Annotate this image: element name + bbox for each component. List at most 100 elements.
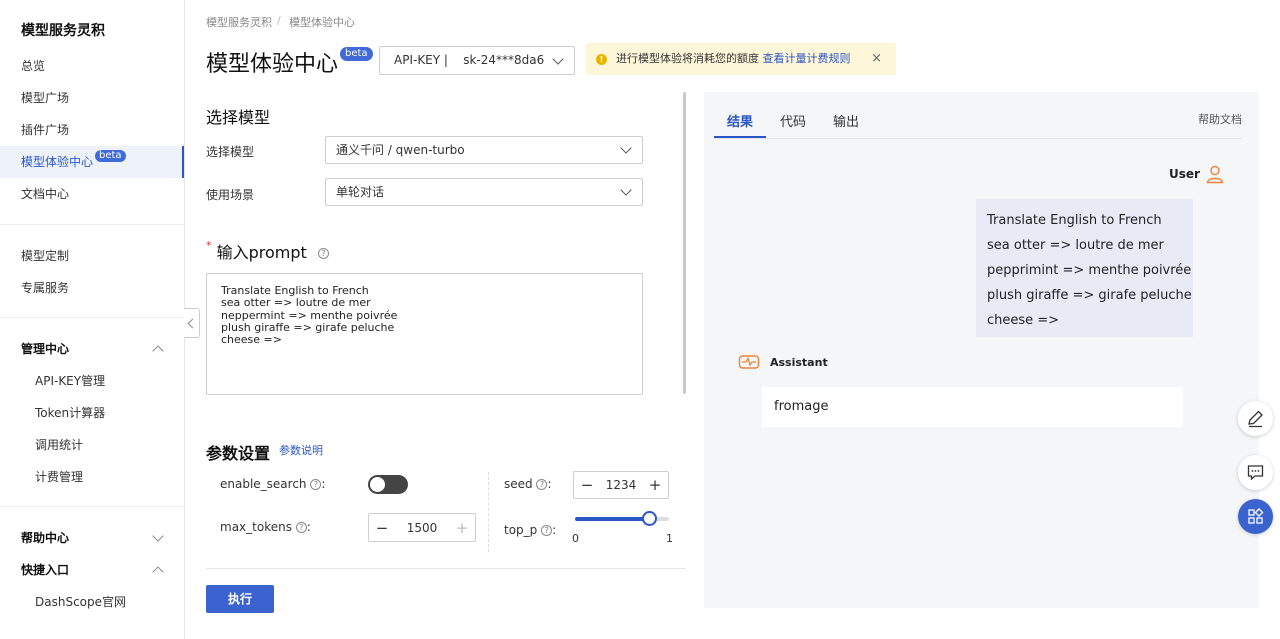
- max-tokens-value[interactable]: 1500: [395, 521, 449, 535]
- breadcrumb-separator: /: [277, 14, 281, 27]
- params-doc-link[interactable]: 参数说明: [279, 442, 323, 458]
- apps-float-button[interactable]: [1238, 499, 1273, 534]
- notice-text: 进行模型体验将消耗您的额度: [616, 52, 763, 65]
- sidebar-item-overview[interactable]: 总览: [0, 50, 184, 82]
- tab-code[interactable]: 代码: [780, 111, 806, 130]
- sidebar-item-dedicated[interactable]: 专属服务: [0, 272, 184, 304]
- model-label: 选择模型: [206, 145, 255, 159]
- sidebar-item-token-calculator[interactable]: Token计算器: [0, 397, 184, 429]
- slider-max: 1: [666, 532, 673, 545]
- param-name: enable_search: [220, 477, 307, 491]
- sidebar-group-shortcut[interactable]: 快捷入口: [0, 554, 184, 586]
- help-icon[interactable]: ?: [541, 525, 553, 536]
- enable-search-toggle[interactable]: [368, 475, 408, 494]
- decrement-button[interactable]: −: [369, 519, 395, 537]
- notice-banner: ! 进行模型体验将消耗您的额度 查看计量计费规则 ×: [586, 43, 896, 75]
- sidebar-group-label: 快捷入口: [21, 563, 70, 577]
- scrollbar[interactable]: [683, 92, 686, 394]
- pencil-icon: [1248, 410, 1263, 428]
- param-name: top_p: [504, 523, 538, 537]
- billing-rules-link[interactable]: 查看计量计费规则: [763, 52, 851, 65]
- sidebar-item-label: 专属服务: [21, 281, 70, 295]
- tab-output[interactable]: 输出: [833, 111, 859, 130]
- sidebar-group-manage[interactable]: 管理中心: [0, 333, 184, 365]
- sidebar-divider: [0, 224, 184, 225]
- help-icon[interactable]: ?: [295, 522, 307, 533]
- chat-icon: [1247, 465, 1264, 481]
- sidebar-item-docs[interactable]: 文档中心: [0, 178, 184, 210]
- sidebar-item-customization[interactable]: 模型定制: [0, 240, 184, 272]
- chevron-down-icon: [152, 530, 164, 542]
- run-button[interactable]: 执行: [206, 585, 274, 613]
- sidebar-item-label: 调用统计: [35, 438, 84, 452]
- user-name: User: [1169, 167, 1200, 181]
- apikey-select[interactable]: API-KEY | sk-24***8da6: [379, 46, 575, 75]
- sidebar-item-label: 总览: [21, 59, 46, 73]
- sidebar-item-label: Token计算器: [35, 406, 106, 420]
- help-docs-link[interactable]: 帮助文档: [1198, 111, 1242, 127]
- user-message: Translate English to French sea otter =>…: [976, 199, 1193, 337]
- colon: :: [547, 477, 552, 491]
- prompt-input[interactable]: Translate English to French sea otter =>…: [206, 273, 643, 395]
- brand-title: 模型服务灵积: [21, 23, 105, 39]
- sidebar-item-usage-stats[interactable]: 调用统计: [0, 429, 184, 461]
- warning-icon: !: [596, 54, 607, 65]
- feedback-float-button[interactable]: [1238, 455, 1273, 490]
- decrement-button[interactable]: −: [574, 476, 600, 494]
- assistant-name: Assistant: [770, 356, 828, 369]
- prompt-heading: 输入prompt: [216, 243, 307, 262]
- tab-result[interactable]: 结果: [727, 111, 753, 130]
- seed-value[interactable]: 1234: [600, 478, 642, 492]
- top-p-slider-fill: [575, 517, 650, 521]
- select-model-heading: 选择模型: [206, 108, 271, 127]
- breadcrumb-root[interactable]: 模型服务灵积: [206, 14, 272, 30]
- help-icon[interactable]: ?: [310, 479, 322, 490]
- sidebar-item-billing[interactable]: 计费管理: [0, 461, 184, 493]
- sidebar-item-apikey[interactable]: API-KEY管理: [0, 365, 184, 397]
- colon: :: [306, 520, 311, 534]
- divider: [206, 568, 686, 569]
- scene-select-value: 单轮对话: [336, 185, 385, 199]
- sidebar-item-plugin-square[interactable]: 插件广场: [0, 114, 184, 146]
- sidebar-item-label: 模型定制: [21, 249, 70, 263]
- chevron-down-icon: [620, 142, 632, 154]
- sidebar-item-experience-center[interactable]: 模型体验中心 beta: [0, 146, 184, 178]
- help-icon[interactable]: ?: [317, 248, 329, 259]
- sidebar-item-label: 插件广场: [21, 123, 70, 137]
- required-mark: *: [206, 239, 212, 252]
- seed-stepper[interactable]: − 1234 +: [573, 471, 669, 499]
- sidebar-group-help[interactable]: 帮助中心: [0, 522, 184, 554]
- sidebar-item-label: 模型广场: [21, 91, 70, 105]
- sidebar-item-dashscope[interactable]: DashScope官网: [0, 586, 184, 618]
- sidebar-collapse-button[interactable]: [184, 308, 200, 338]
- model-select[interactable]: 通义千问 / qwen-turbo: [325, 136, 643, 164]
- sidebar-divider: [0, 317, 184, 318]
- top-p-label: top_p ?:: [504, 523, 556, 537]
- scene-select[interactable]: 单轮对话: [325, 178, 643, 206]
- edit-float-button[interactable]: [1238, 401, 1273, 436]
- increment-button[interactable]: +: [449, 519, 475, 537]
- apps-grid-icon: [1248, 508, 1264, 524]
- colon: :: [321, 477, 326, 491]
- increment-button[interactable]: +: [642, 476, 668, 494]
- top-p-slider-thumb[interactable]: [642, 511, 657, 526]
- beta-badge: beta: [340, 47, 373, 61]
- help-icon[interactable]: ?: [536, 479, 548, 490]
- apikey-value: API-KEY | sk-24***8da6: [394, 53, 545, 67]
- breadcrumb-current: 模型体验中心: [289, 16, 355, 29]
- sidebar-item-label: API-KEY管理: [35, 374, 106, 388]
- sidebar: 模型服务灵积 总览 模型广场 插件广场 模型体验中心 beta 文档中心 模型定制…: [0, 0, 185, 639]
- sidebar-item-label: 计费管理: [35, 470, 84, 484]
- model-select-value: 通义千问 / qwen-turbo: [336, 143, 465, 157]
- sidebar-item-model-square[interactable]: 模型广场: [0, 82, 184, 114]
- sidebar-item-label: 文档中心: [21, 187, 70, 201]
- scene-label: 使用场景: [206, 188, 255, 202]
- prompt-heading-row: * 输入prompt ?: [206, 239, 329, 263]
- max-tokens-label: max_tokens ?:: [220, 520, 311, 534]
- sidebar-item-label: DashScope官网: [35, 595, 127, 609]
- max-tokens-stepper[interactable]: − 1500 +: [368, 513, 476, 542]
- sidebar-group-label: 帮助中心: [21, 531, 70, 545]
- close-icon[interactable]: ×: [871, 43, 882, 75]
- assistant-icon: [738, 355, 760, 369]
- active-tab-indicator: [714, 136, 766, 138]
